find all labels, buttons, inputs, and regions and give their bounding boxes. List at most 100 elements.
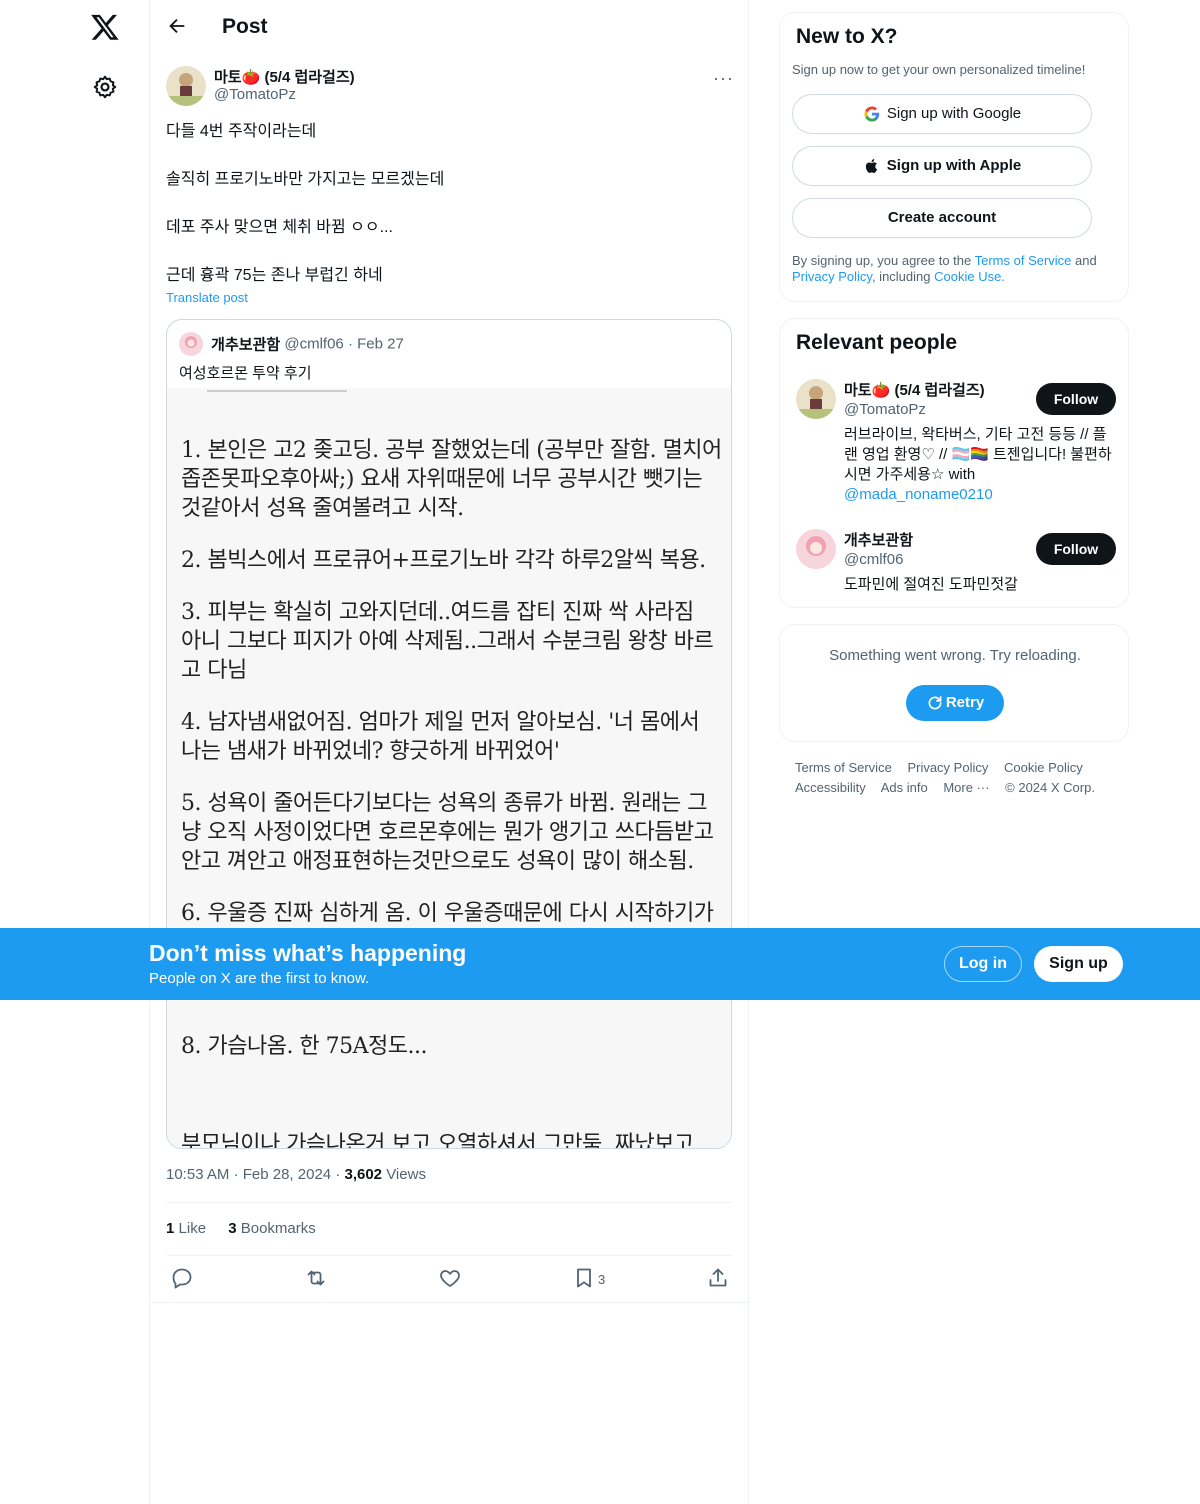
image-text-line: 고 다님: [181, 658, 247, 683]
image-text-line: 아니 그보다 피지가 아예 삭제됨..그래서 수분크림 왕창 바르: [181, 629, 714, 654]
footer-link-cookie[interactable]: Cookie Policy: [1004, 760, 1083, 775]
apple-signup-button[interactable]: Sign up with Apple: [792, 146, 1092, 186]
person-item[interactable]: 개추보관함 @cmlf06 Follow 도파민에 절여진 도파민젓갈: [796, 529, 1116, 599]
terms-prefix: By signing up, you agree to the: [792, 253, 975, 268]
signup-button[interactable]: Sign up: [1034, 946, 1123, 982]
likes-label: Like: [178, 1220, 207, 1237]
image-text-line: 5. 성욕이 줄어든다기보다는 성욕의 종류가 바뀜. 원래는 그: [181, 791, 707, 816]
image-text-line: 나는 냄새가 바뀌었네? 향긋하게 바뀌었어': [181, 739, 560, 764]
bookmarks-count: 3: [228, 1220, 237, 1237]
more-options-icon[interactable]: ···: [713, 68, 734, 89]
image-text-line: 8. 가슴나옴. 한 75A정도...: [181, 1034, 428, 1059]
post-paragraph: 솔직히 프로기노바만 가지고는 모르겠는데: [166, 171, 445, 188]
relevant-people-card: Relevant people 마토🍅 (5/4 럽라걸즈) @TomatoPz…: [779, 318, 1129, 608]
footer-link-more[interactable]: More ···: [943, 780, 989, 795]
footer-link-ads-info[interactable]: Ads info: [881, 780, 928, 795]
retry-label: Retry: [945, 694, 985, 711]
author-name[interactable]: 마토🍅 (5/4 럽라걸즈): [214, 66, 355, 87]
repost-icon[interactable]: [304, 1266, 328, 1290]
settings-gear-icon[interactable]: [92, 74, 118, 100]
person-name[interactable]: 개추보관함: [844, 529, 913, 550]
image-text-line: 부모님이나 가슴나온거 보고 오열하셔서 그만둠. 짜났보고: [181, 1132, 694, 1149]
divider: [150, 1302, 748, 1303]
create-account-button[interactable]: Create account: [792, 198, 1092, 238]
relevant-people-title: Relevant people: [796, 331, 958, 354]
person-bio: 도파민에 절여진 도파민젓갈: [844, 576, 1018, 593]
left-rail: [0, 0, 150, 1504]
main-column: Post 마토🍅 (5/4 럽라걸즈) @TomatoPz ··· 다들 4번 …: [149, 0, 749, 1504]
signup-terms: By signing up, you agree to the Terms of…: [792, 253, 1112, 285]
quote-image[interactable]: 1. 본인은 고2 좆고딩. 공부 잘했었는데 (공부만 잘함. 멸치어 좁존못…: [167, 388, 731, 1149]
error-card: Something went wrong. Try reloading. Ret…: [779, 624, 1129, 742]
terms-and: and: [1071, 253, 1097, 268]
translate-post-link[interactable]: Translate post: [166, 290, 248, 305]
post-date[interactable]: Feb 28, 2024: [243, 1166, 331, 1183]
apple-signup-label: Sign up with Apple: [886, 157, 1022, 174]
footer-link-privacy[interactable]: Privacy Policy: [907, 760, 988, 775]
person-item[interactable]: 마토🍅 (5/4 럽라걸즈) @TomatoPz Follow 러브라이브, 왁…: [796, 379, 1116, 509]
quote-author-handle: @cmlf06: [284, 335, 344, 353]
google-signup-button[interactable]: Sign up with Google: [792, 94, 1092, 134]
copyright: © 2024 X Corp.: [1005, 780, 1095, 795]
likes-count: 1: [166, 1220, 175, 1237]
x-logo-icon[interactable]: [90, 12, 120, 42]
post-paragraph: 다들 4번 주작이라는데: [166, 123, 317, 140]
bookmarks-stat[interactable]: 3 Bookmarks: [228, 1220, 316, 1237]
quoted-post[interactable]: 개추보관함 @cmlf06 · Feb 27 여성호르몬 투약 후기 1. 본인…: [166, 319, 732, 1149]
bookmark-icon[interactable]: [572, 1266, 596, 1290]
terms-of-service-link[interactable]: Terms of Service: [975, 253, 1072, 268]
person-bio-mention-link[interactable]: @mada_noname0210: [844, 486, 993, 503]
author-handle[interactable]: @TomatoPz: [214, 86, 296, 103]
views-count: 3,602: [344, 1166, 383, 1183]
person-bio-text: 러브라이브, 왁타버스, 기타 고전 등등 // 플랜 영업 환영♡ // 🏳️…: [844, 426, 1112, 483]
quote-header: 개추보관함 @cmlf06 · Feb 27: [179, 332, 404, 358]
share-icon[interactable]: [706, 1266, 730, 1290]
error-message: Something went wrong. Try reloading.: [829, 647, 1081, 664]
follow-button[interactable]: Follow: [1036, 383, 1116, 415]
divider: [166, 1202, 732, 1203]
separator-dot: ·: [233, 1166, 239, 1183]
person-avatar[interactable]: [796, 529, 836, 569]
top-bar: Post: [150, 0, 748, 54]
person-handle[interactable]: @cmlf06: [844, 551, 903, 568]
banner-subtitle: People on X are the first to know.: [149, 970, 370, 987]
refresh-icon: [928, 696, 942, 710]
post-paragraph: 데포 주사 맞으면 체취 바뀜 ㅇㅇ...: [166, 219, 393, 236]
post-time[interactable]: 10:53 AM: [166, 1166, 229, 1183]
footer-link-accessibility[interactable]: Accessibility: [795, 780, 866, 795]
image-text-line: 1. 본인은 고2 좆고딩. 공부 잘했었는데 (공부만 잘함. 멸치어: [181, 438, 722, 463]
footer-link-terms[interactable]: Terms of Service: [795, 760, 892, 775]
cookie-use-link[interactable]: Cookie Use.: [934, 269, 1005, 284]
signup-title: New to X?: [796, 25, 898, 48]
image-text-line: 6. 우울증 진짜 심하게 옴. 이 우울증때문에 다시 시작하기가: [181, 901, 714, 926]
google-signup-label: Sign up with Google: [886, 105, 1022, 122]
person-name[interactable]: 마토🍅 (5/4 럽라걸즈): [844, 379, 985, 400]
separator-dot: ·: [347, 335, 353, 353]
likes-stat[interactable]: 1 Like: [166, 1220, 206, 1237]
divider: [166, 1255, 732, 1256]
privacy-policy-link[interactable]: Privacy Policy: [792, 269, 872, 284]
post-stats: 1 Like 3 Bookmarks: [166, 1220, 334, 1237]
login-banner: Don’t miss what’s happening People on X …: [0, 928, 1200, 1000]
quote-date: Feb 27: [357, 335, 404, 353]
post-author: 마토🍅 (5/4 럽라걸즈) @TomatoPz ···: [166, 64, 734, 108]
image-text-line: 좁존못파오후아싸;) 요새 자위때문에 너무 공부시간 뺏기는: [181, 467, 703, 492]
login-button[interactable]: Log in: [944, 946, 1022, 982]
retry-button[interactable]: Retry: [906, 685, 1004, 721]
apple-icon: [865, 159, 877, 173]
author-avatar[interactable]: [166, 66, 206, 106]
person-handle[interactable]: @TomatoPz: [844, 401, 926, 418]
post-text: 다들 4번 주작이라는데 솔직히 프로기노바만 가지고는 모르겠는데 데포 주사…: [166, 120, 726, 312]
reply-icon[interactable]: [170, 1266, 194, 1290]
person-avatar[interactable]: [796, 379, 836, 419]
back-arrow-icon[interactable]: [166, 15, 188, 37]
follow-button[interactable]: Follow: [1036, 533, 1116, 565]
signup-card: New to X? Sign up now to get your own pe…: [779, 12, 1129, 302]
image-text-line: 안고 껴안고 애정표현하는것만으로도 성욕이 많이 해소됨.: [181, 849, 694, 874]
views-label: Views: [386, 1166, 426, 1183]
post-meta: 10:53 AM · Feb 28, 2024 · 3,602 Views: [166, 1166, 426, 1183]
bookmarks-label: Bookmarks: [240, 1220, 316, 1237]
like-heart-icon[interactable]: [438, 1266, 462, 1290]
banner-title: Don’t miss what’s happening: [149, 940, 467, 966]
quote-author-name: 개추보관함: [211, 336, 281, 354]
